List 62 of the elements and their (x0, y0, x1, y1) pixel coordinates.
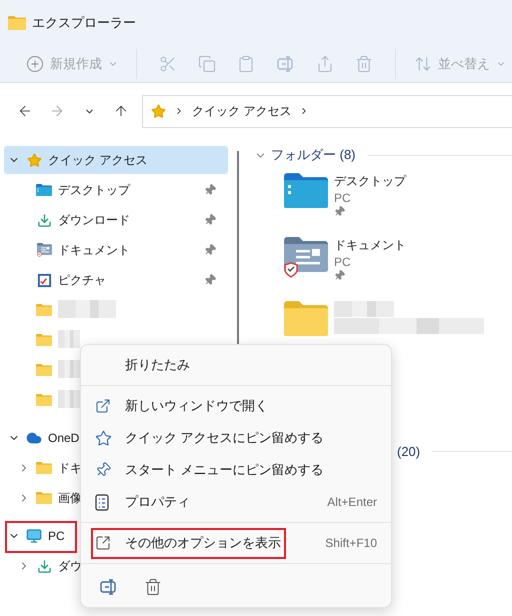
menu-item[interactable]: 折りたたみ (85, 349, 387, 381)
sidebar-item[interactable]: デスクトップ (4, 176, 228, 204)
menu-item[interactable]: 新しいウィンドウで開く (85, 390, 387, 422)
desktop-folder-icon (284, 173, 328, 208)
download-icon (36, 558, 52, 574)
monitor-icon (26, 528, 42, 544)
folder-icon (36, 364, 52, 376)
sidebar-item[interactable]: 画像 (4, 484, 86, 512)
sidebar-item[interactable]: ドキ (4, 454, 86, 482)
folder-name: デスクトップ (334, 173, 406, 190)
share-icon (316, 55, 334, 73)
address-bar[interactable]: クイック アクセス (142, 94, 512, 128)
section-title: フォルダー (8) (271, 146, 356, 164)
folder-icon (36, 462, 52, 474)
section-title: (20) (397, 444, 420, 458)
rename-icon (100, 579, 118, 595)
folder-icon (36, 394, 52, 406)
star-icon (26, 152, 42, 168)
menu-item[interactable]: プロパティ Alt+Enter (85, 486, 387, 518)
shortcut-text: Shift+F10 (325, 536, 377, 550)
download-icon (36, 212, 52, 228)
forward-icon (49, 103, 65, 119)
sort-icon (414, 55, 432, 73)
sidebar-item[interactable]: ダウ (4, 552, 86, 580)
star-icon (151, 104, 166, 118)
menu-item[interactable]: その他のオプションを表示 Shift+F10 (85, 527, 387, 559)
menu-item[interactable]: スタート メニューにピン留めする (85, 454, 387, 486)
rename-icon (276, 56, 295, 72)
sidebar-item[interactable]: OneD (4, 424, 84, 452)
shortcut-text: Alt+Enter (327, 495, 377, 509)
open-window-icon (95, 398, 111, 414)
copy-icon (198, 55, 216, 73)
up-icon (113, 103, 129, 119)
picture-folder-icon (36, 272, 52, 288)
folder-icon (284, 301, 328, 336)
document-folder-icon (284, 237, 328, 279)
delete-icon (354, 55, 373, 73)
sidebar-item[interactable]: ピクチャ (4, 266, 228, 294)
desktop-folder-icon (36, 184, 52, 196)
delete-icon (144, 578, 162, 596)
window-title: エクスプローラー (32, 14, 136, 32)
more-options-icon (95, 535, 111, 551)
cloud-icon (26, 430, 42, 446)
breadcrumb-item[interactable]: クイック アクセス (192, 102, 292, 120)
paste-icon (237, 55, 256, 73)
sidebar-item[interactable]: ダウンロード (4, 206, 228, 234)
properties-icon (95, 494, 109, 510)
folder-location: PC (334, 255, 352, 269)
star-outline-icon (95, 430, 112, 446)
folder-icon (36, 492, 52, 504)
folder-icon (36, 304, 52, 316)
folder-name: ドキュメント (334, 237, 406, 254)
menu-item[interactable]: クイック アクセスにピン留めする (85, 422, 387, 454)
folder-icon (36, 334, 52, 346)
document-folder-icon (36, 242, 52, 258)
folder-icon (8, 16, 26, 30)
folder-location: PC (334, 191, 352, 205)
plus-icon (26, 55, 44, 73)
back-icon (17, 103, 33, 119)
sidebar-item[interactable]: ドキュメント (4, 236, 228, 264)
cut-icon (159, 55, 178, 73)
sidebar-item[interactable]: クイック アクセス (4, 146, 228, 174)
